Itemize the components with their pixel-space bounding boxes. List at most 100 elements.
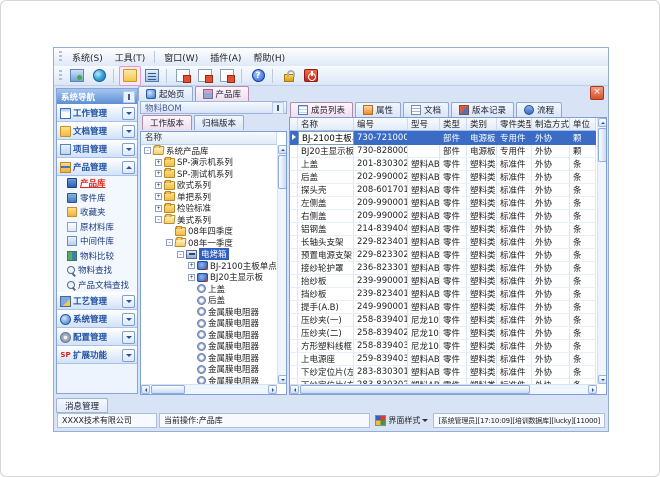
table-row[interactable]: 预置电源支架 229-823302-00X 塑料ABS 零件 塑料类 标准件 外… xyxy=(290,249,596,262)
table-row[interactable]: 右侧盖 209-990002-01X 塑料ABS 零件 塑料类 标准件 外协 条 xyxy=(290,210,596,223)
table-row[interactable]: 上盖 201-830302-00X 塑料ABS 零件 塑料类 标准件 外协 条 xyxy=(290,158,596,171)
toolbar-button[interactable] xyxy=(119,66,141,86)
ui-style-button[interactable]: 界面样式 xyxy=(372,413,431,428)
tree-expander-icon[interactable]: - xyxy=(177,251,184,258)
chevron-down-icon[interactable] xyxy=(122,295,135,308)
toolbar-button[interactable] xyxy=(66,66,88,86)
table-horizontal-scrollbar[interactable] xyxy=(290,384,597,394)
toolbar-button[interactable] xyxy=(172,66,194,86)
chevron-down-icon[interactable] xyxy=(122,143,135,156)
sidebar-group-bar[interactable]: 工艺管理 xyxy=(57,292,137,310)
tree-item[interactable]: + BJ20主显示板 xyxy=(141,272,277,284)
member-panel-tab[interactable]: 版本记录 xyxy=(451,102,514,117)
member-panel-tab[interactable]: 成员列表 xyxy=(290,102,353,117)
tree-item[interactable]: 上盖 xyxy=(141,283,277,295)
tree-item[interactable]: + 检验标准 xyxy=(141,203,277,215)
scroll-left-icon[interactable] xyxy=(141,385,150,394)
sidebar-group-bar[interactable]: SP 扩展功能 xyxy=(57,346,137,364)
toolbar-button[interactable] xyxy=(247,66,269,86)
table-row[interactable]: BJ-2100主板单点 730-721000-12X 部件 电源板 专用件 外协… xyxy=(290,131,596,145)
tree-expander-icon[interactable]: + xyxy=(155,193,162,200)
menu-plugins[interactable]: 插件(A) xyxy=(204,49,247,66)
table-row[interactable]: 下纱定位片(左) 283-830301-00X 塑料ABS 零件 塑料类 标准件… xyxy=(290,366,596,379)
tree-expander-icon[interactable]: + xyxy=(155,205,162,212)
tree-expander-icon[interactable]: + xyxy=(188,262,195,269)
tree-item[interactable]: 金属膜电阻器 xyxy=(141,329,277,341)
column-header-type[interactable]: 类型 xyxy=(440,118,467,131)
tree-item[interactable]: 金属膜电阻器 xyxy=(141,364,277,376)
tree-item[interactable]: + 欧式系列 xyxy=(141,180,277,192)
tree-item[interactable]: - 电烤箱 xyxy=(141,249,277,261)
document-tab[interactable]: 产品库 xyxy=(195,86,250,101)
scroll-up-icon[interactable] xyxy=(278,145,287,154)
tree-item[interactable]: - 美式系列 xyxy=(141,214,277,226)
chevron-down-icon[interactable] xyxy=(122,125,135,138)
table-row[interactable]: 铝钢盖 214-839404-01X 塑料ABS 零件 塑料类 标准件 外协 条 xyxy=(290,223,596,236)
close-icon[interactable] xyxy=(590,86,604,100)
column-header-model[interactable]: 型号 xyxy=(408,118,440,131)
chevron-down-icon[interactable] xyxy=(122,107,135,120)
tree-item[interactable]: + SP-演示机系列 xyxy=(141,157,277,169)
tree-expander-icon[interactable]: + xyxy=(155,170,162,177)
bom-version-tab[interactable]: 工作版本 xyxy=(142,115,192,130)
scrollbar-thumb[interactable] xyxy=(151,385,185,394)
tree-expander-icon[interactable]: + xyxy=(188,274,195,281)
table-row[interactable]: 上电源座 259-839403-00X 塑料ABS 零件 塑料类 标准件 外协 … xyxy=(290,353,596,366)
chevron-down-icon[interactable] xyxy=(122,349,135,362)
table-vertical-scrollbar[interactable] xyxy=(597,118,606,384)
menu-help[interactable]: 帮助(H) xyxy=(247,49,291,66)
column-header-code[interactable]: 编号 xyxy=(354,118,408,131)
document-tab[interactable]: 起始页 xyxy=(138,86,193,101)
table-row[interactable]: BJ20主显示板 730-828000-04X 部件 电源板 专用件 外协 颗 xyxy=(290,145,596,158)
pin-icon[interactable] xyxy=(272,102,284,114)
toolbar-button[interactable] xyxy=(216,66,238,86)
toolbar-button[interactable] xyxy=(300,66,322,86)
toolbar-button[interactable] xyxy=(113,69,116,83)
tree-expander-icon[interactable]: - xyxy=(155,216,162,223)
table-row[interactable]: 长轴头支架 229-823401-00X 塑料ABS 零件 塑料类 标准件 外协… xyxy=(290,236,596,249)
toolbar-button[interactable] xyxy=(194,66,216,86)
toolbar-button[interactable] xyxy=(88,66,110,86)
message-tab[interactable]: 消息管理 xyxy=(56,398,108,413)
scroll-right-icon[interactable] xyxy=(268,385,277,394)
tree-item[interactable]: + SP-测试机系列 xyxy=(141,168,277,180)
menu-window[interactable]: 窗口(W) xyxy=(158,49,204,66)
sidebar-group-bar[interactable]: 产品管理 xyxy=(57,158,137,176)
toolbar-button[interactable] xyxy=(166,69,169,83)
toolbar-button[interactable] xyxy=(278,66,300,86)
tree-item[interactable]: 金属膜电阻器 xyxy=(141,352,277,364)
member-panel-tab[interactable]: 文档 xyxy=(403,102,449,117)
tree-column-header[interactable]: 名称 xyxy=(141,132,277,145)
tree-item[interactable]: 金属膜电阻器 xyxy=(141,341,277,353)
toolbar-button[interactable] xyxy=(241,69,244,83)
menu-tools[interactable]: 工具(T) xyxy=(109,49,152,66)
scrollbar-thumb[interactable] xyxy=(598,128,607,162)
member-panel-tab[interactable]: 流程 xyxy=(516,102,562,117)
tree-expander-icon[interactable]: - xyxy=(144,147,151,154)
scroll-left-icon[interactable] xyxy=(290,385,299,394)
table-row[interactable]: 压纱夹(一) 258-839401-00X 尼龙1010 零件 塑料类 标准件 … xyxy=(290,314,596,327)
sidebar-group-bar[interactable]: 文档管理 xyxy=(57,122,137,140)
table-row[interactable]: 压纱夹(二) 258-839402-00X 尼龙1010 零件 塑料类 标准件 … xyxy=(290,327,596,340)
tree-expander-icon[interactable]: + xyxy=(155,159,162,166)
table-row[interactable]: 后盖 202-990002-01X 塑料ABS 零件 塑料类 标准件 外协 条 xyxy=(290,171,596,184)
table-row[interactable]: 提手(A.B) 249-990001-01X 塑料ABS 零件 塑料类 标准件 … xyxy=(290,301,596,314)
sidebar-item[interactable]: 物料比较 xyxy=(57,249,137,264)
toolbar-button[interactable] xyxy=(272,69,275,83)
column-header-name[interactable]: 名称 xyxy=(298,118,354,131)
column-header-unit[interactable]: 单位 xyxy=(570,118,596,131)
tree-item[interactable]: 金属膜电阻器 xyxy=(141,375,277,384)
sidebar-group-bar[interactable]: 项目管理 xyxy=(57,140,137,158)
scrollbar-thumb[interactable] xyxy=(300,385,530,394)
menu-system[interactable]: 系统(S) xyxy=(66,49,109,66)
column-header-mfg[interactable]: 制造方式 xyxy=(532,118,570,131)
sidebar-item[interactable]: 产品文档查找 xyxy=(57,278,137,293)
table-row[interactable]: 接纱轮护罩 236-823301-00X 塑料ABS 零件 塑料类 标准件 外协… xyxy=(290,262,596,275)
scroll-down-icon[interactable] xyxy=(598,375,607,384)
toolbar-button[interactable] xyxy=(141,66,163,86)
sidebar-item[interactable]: 零件库 xyxy=(57,191,137,206)
sidebar-group-bar[interactable]: 工作管理 xyxy=(57,104,137,122)
table-row[interactable]: 挡纱板 239-823401-00X 塑料ABS 零件 塑料类 标准件 外协 条 xyxy=(290,288,596,301)
tree-expander-icon[interactable]: + xyxy=(155,182,162,189)
scroll-up-icon[interactable] xyxy=(598,118,607,127)
